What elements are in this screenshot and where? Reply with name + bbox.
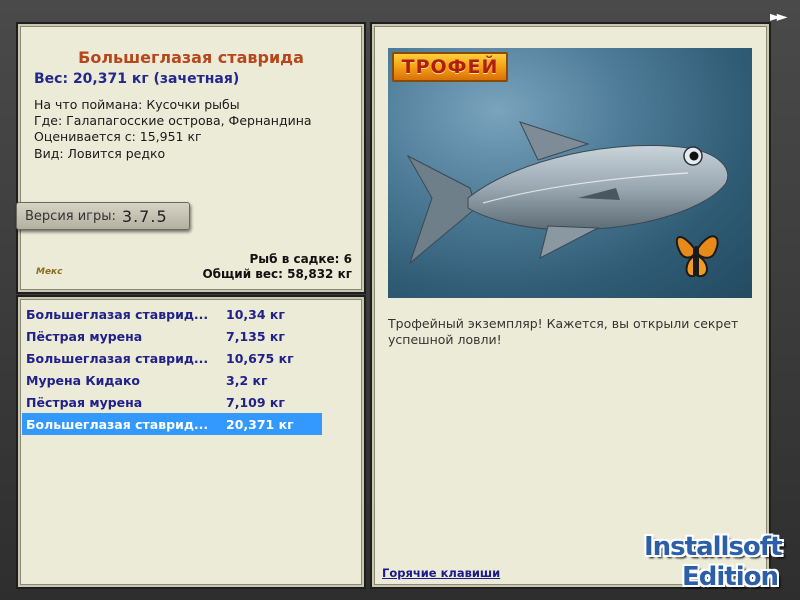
- catch-weight: 20,371 кг: [226, 416, 294, 432]
- cage-count: Рыб в садке: 6: [249, 252, 353, 266]
- version-badge: Версия игры: 3.7.5: [16, 202, 190, 230]
- catch-weight: 10,675 кг: [226, 350, 294, 366]
- fish-info-panel: Большеглазая ставрида Вес: 20,371 кг (за…: [16, 24, 364, 292]
- rated-detail: Оценивается с: 15,951 кг: [34, 129, 202, 144]
- trophy-badge: ТРОФЕЙ: [392, 52, 508, 82]
- installsoft-watermark: Installsoft Edition: [638, 518, 798, 598]
- catch-row[interactable]: Пёстрая мурена 7,135 кг: [22, 325, 322, 347]
- fish-name-title: Большеглазая ставрида: [78, 48, 304, 67]
- fish-weight: Вес: 20,371 кг (зачетная): [34, 71, 240, 87]
- catch-row[interactable]: Большеглазая ставрид... 20,371 кг: [22, 413, 322, 435]
- catch-weight: 7,135 кг: [226, 328, 285, 344]
- catch-name: Большеглазая ставрид...: [26, 350, 209, 366]
- forward-arrows-icon[interactable]: ►►: [770, 8, 794, 26]
- catch-name: Большеглазая ставрид...: [26, 306, 209, 322]
- catch-row[interactable]: Мурена Кидако 3,2 кг: [22, 369, 322, 391]
- catch-name: Пёстрая мурена: [26, 394, 143, 410]
- catch-weight: 10,34 кг: [226, 306, 285, 322]
- small-logo: Мекс: [36, 267, 63, 277]
- trophy-panel: ТРОФЕЙ Трофейный экземпляр! Кажется, вы …: [372, 24, 769, 587]
- fish-photo: ТРОФЕЙ: [388, 48, 752, 298]
- hotkeys-link[interactable]: Горячие клавиши: [382, 566, 500, 580]
- catch-row[interactable]: Большеглазая ставрид... 10,34 кг: [22, 303, 322, 325]
- kind-detail: Вид: Ловится редко: [34, 146, 166, 161]
- version-value: 3.7.5: [121, 206, 168, 226]
- catch-name: Пёстрая мурена: [26, 328, 143, 344]
- catch-list: Большеглазая ставрид... 10,34 кг Пёстрая м…: [22, 303, 322, 435]
- catch-weight: 3,2 кг: [226, 372, 268, 388]
- catch-list-panel: Большеглазая ставрид... 10,34 кг Пёстрая м…: [18, 297, 364, 587]
- location-detail: Где: Галапагосские острова, Фернандина: [34, 113, 312, 128]
- catch-row[interactable]: Пёстрая мурена 7,109 кг: [22, 391, 322, 413]
- version-label: Версия игры:: [25, 208, 116, 224]
- watermark-line1: Installsoft: [644, 532, 783, 562]
- catch-name: Большеглазая ставрид...: [26, 416, 209, 432]
- trophy-description: Трофейный экземпляр! Кажется, вы открыли…: [388, 316, 739, 347]
- catch-weight: 7,109 кг: [226, 394, 285, 410]
- watermark-line2: Edition: [682, 562, 779, 592]
- fish-image-icon: [406, 121, 729, 278]
- bait-detail: На что поймана: Кусочки рыбы: [34, 97, 240, 112]
- total-weight: Общий вес: 58,832 кг: [202, 267, 352, 281]
- catch-row[interactable]: Большеглазая ставрид... 10,675 кг: [22, 347, 322, 369]
- catch-name: Мурена Кидако: [26, 372, 141, 388]
